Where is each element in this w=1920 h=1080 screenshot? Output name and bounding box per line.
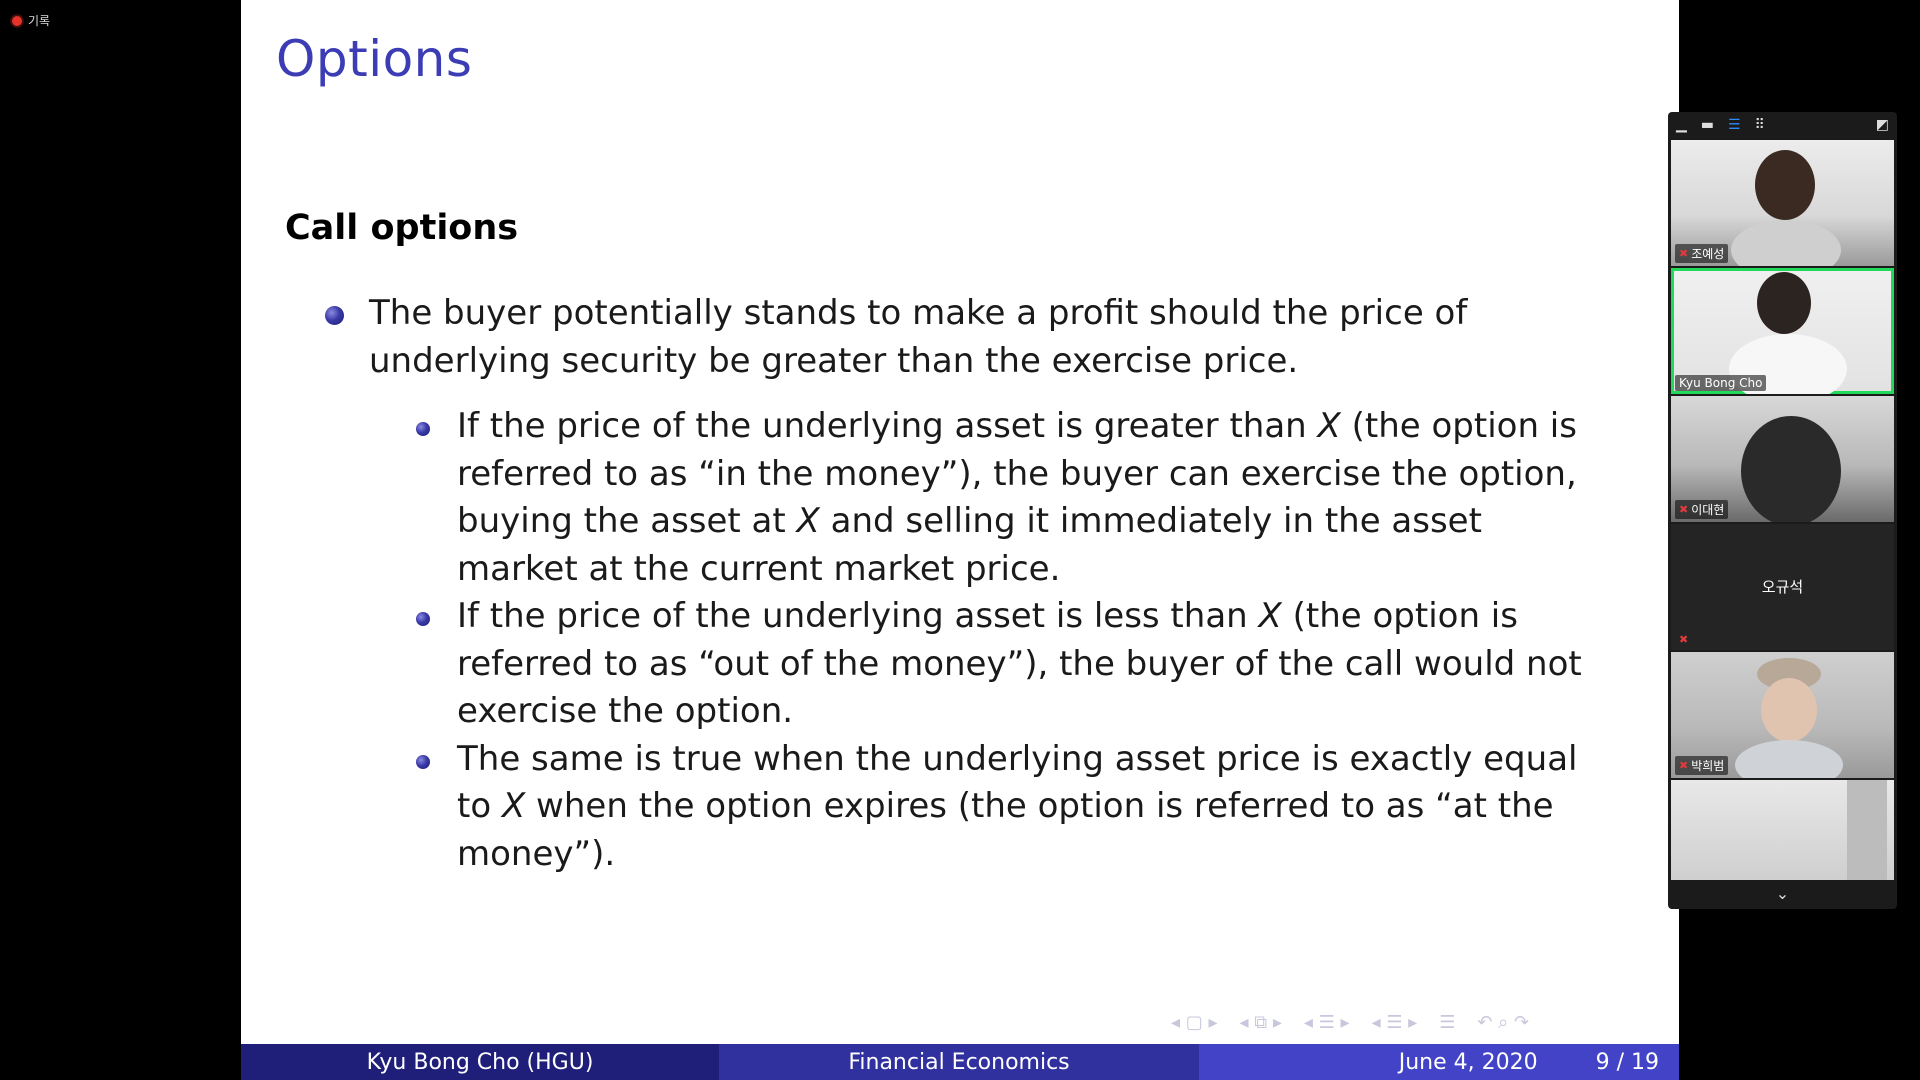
nav-toc-icon[interactable]: ☰ [1439,1012,1455,1033]
sub-bullet-text-end: when the option expires (the option is r… [457,786,1554,874]
slide-footer: Kyu Bong Cho (HGU) Financial Economics J… [241,1044,1679,1080]
bullet-dot-icon [325,306,344,325]
variable-x: X [501,786,526,826]
variable-x: X [1258,596,1282,636]
participant-video [1757,272,1811,334]
participant-video [1741,416,1841,522]
footer-date-page: June 4, 2020 9 / 19 [1199,1044,1679,1080]
participant-video [1755,150,1815,220]
participant-body [1735,740,1843,778]
sub-bullet-item: The same is true when the underlying ass… [413,736,1601,879]
participant-name-label: ✖ 조예성 [1675,244,1729,263]
nav-back-search-icon[interactable]: ↶ ⌕ ↷ [1477,1012,1529,1033]
mic-muted-icon: ✖ [1679,247,1689,260]
sub-bullet-item: If the price of the underlying asset is … [413,593,1601,736]
mic-muted-icon: ✖ [1679,633,1689,646]
record-dot-icon [12,15,22,26]
participant-name-label: ✖ 박희범 [1675,756,1729,775]
footer-course: Financial Economics [719,1044,1199,1080]
participant-tile[interactable]: ✖ 조예성 [1671,140,1894,266]
sub-bullet-text-start: If the price of the underlying asset is … [457,596,1259,636]
bullet-list: The buyer potentially stands to make a p… [325,290,1625,878]
sub-bullet-text-start: If the price of the underlying asset is … [457,406,1318,446]
nav-subsection-icon[interactable]: ◂ ⧉ ▸ [1240,1012,1282,1033]
slide-title: Options [276,30,473,88]
recording-indicator[interactable]: 기록 [12,12,50,29]
participant-name: Kyu Bong Cho [1679,376,1763,390]
bullet-item: The buyer potentially stands to make a p… [325,290,1625,385]
grid-view-icon[interactable]: ⠿ [1755,117,1765,133]
participant-tile[interactable]: Kyu Bong Cho [1671,268,1894,394]
footer-course-text: Financial Economics [848,1049,1070,1075]
sub-bullet-item: If the price of the underlying asset is … [413,403,1601,593]
participant-video [1761,678,1817,742]
strip-view-icon[interactable]: ☰ [1728,117,1741,133]
participant-name-label: Kyu Bong Cho [1675,375,1767,391]
participant-name: 박희범 [1691,759,1725,773]
participant-video [1847,780,1887,880]
variable-x: X [796,501,820,541]
participant-name: 조예성 [1691,247,1725,261]
chevron-down-icon[interactable]: ⌄ [1668,884,1897,903]
footer-author: Kyu Bong Cho (HGU) [241,1044,719,1080]
footer-page-number: 9 / 19 [1595,1049,1659,1075]
participant-name-label: ✖ [1675,632,1692,647]
participant-tile[interactable] [1671,780,1894,880]
participant-name-label: ✖ 이대현 [1675,500,1729,519]
bullet-dot-icon [416,422,430,436]
panel-toolbar: ▁ ▬ ☰ ⠿ ◩ [1668,112,1897,138]
sub-bullet-list: If the price of the underlying asset is … [413,403,1601,878]
recording-label: 기록 [28,14,51,28]
bullet-text: The buyer potentially stands to make a p… [369,293,1468,381]
bullet-dot-icon [416,754,430,769]
participant-video-panel: ▁ ▬ ☰ ⠿ ◩ ✖ 조예성 Kyu Bong Cho ✖ 이대현 오규석 ✖ [1668,112,1897,909]
minimize-icon[interactable]: ▁ [1676,117,1687,133]
footer-date: June 4, 2020 [1398,1049,1538,1075]
participant-tile[interactable]: 오규석 ✖ [1671,524,1894,650]
nav-section-icon[interactable]: ◂ ☰ ▸ [1304,1012,1350,1033]
beamer-navigation[interactable]: ◂ ▢ ▸ ◂ ⧉ ▸ ◂ ☰ ▸ ◂ ☰ ▸ ☰ ↶ ⌕ ↷ [1171,1012,1529,1033]
participant-body [1731,220,1841,266]
footer-author-text: Kyu Bong Cho (HGU) [366,1049,594,1075]
bullet-dot-icon [416,612,430,626]
participant-name: 이대현 [1691,503,1725,517]
expand-icon[interactable]: ◩ [1876,117,1889,133]
participant-tile[interactable]: ✖ 이대현 [1671,396,1894,522]
mic-muted-icon: ✖ [1679,759,1689,772]
participant-tile[interactable]: ✖ 박희범 [1671,652,1894,778]
presentation-slide: Options Call options The buyer potential… [241,0,1679,1080]
nav-document-icon[interactable]: ◂ ☰ ▸ [1372,1012,1418,1033]
participant-name-centered: 오규석 [1761,578,1804,596]
mic-muted-icon: ✖ [1679,503,1689,516]
variable-x: X [1317,406,1341,446]
section-heading: Call options [285,208,519,248]
nav-frame-icon[interactable]: ◂ ▢ ▸ [1171,1012,1218,1033]
single-view-icon[interactable]: ▬ [1701,117,1714,133]
